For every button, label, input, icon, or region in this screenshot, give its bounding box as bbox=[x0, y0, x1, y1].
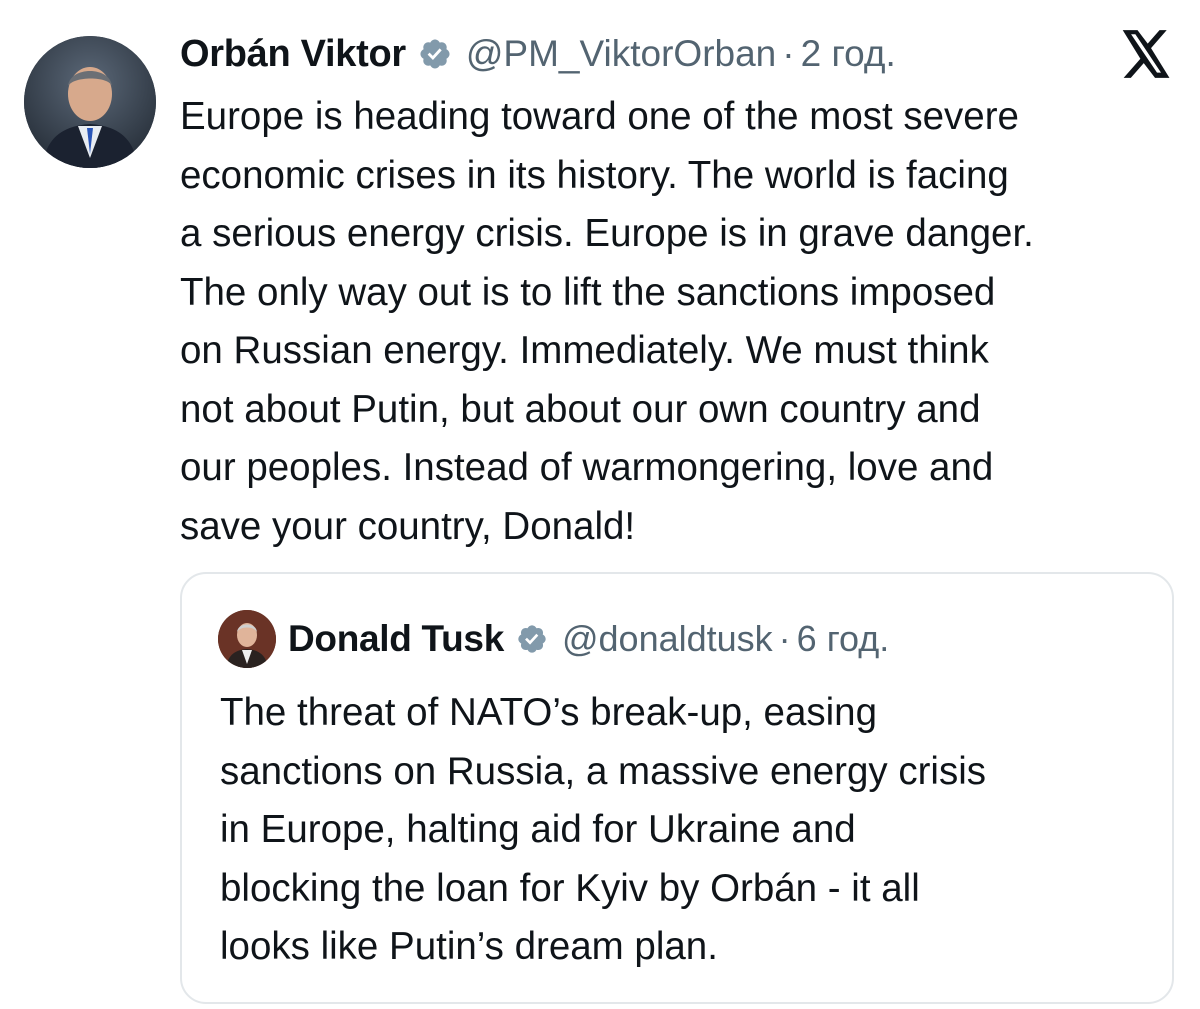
timestamp[interactable]: 2 год. bbox=[801, 33, 896, 75]
separator-dot: · bbox=[778, 618, 791, 659]
tweet-text-line: not about Putin, but about our own count… bbox=[180, 387, 981, 431]
quoted-text-line: The threat of NATO’s break-up, easing bbox=[220, 691, 877, 734]
quoted-author-handle[interactable]: @donaldtusk bbox=[562, 618, 773, 660]
quoted-tweet-card[interactable]: Donald Tusk @donaldtusk · 6 год. The thr… bbox=[180, 572, 1174, 1004]
tweet-header: Orbán Viktor @PM_ViktorOrban · 2 год. bbox=[180, 28, 896, 80]
separator-dot: · bbox=[782, 33, 795, 74]
quoted-tweet-header: Donald Tusk @donaldtusk · 6 год. bbox=[288, 612, 889, 666]
tweet-text-line: Europe is heading toward one of the most… bbox=[180, 95, 1019, 138]
tweet-text-line: our peoples. Instead of warmongering, lo… bbox=[180, 446, 994, 489]
quoted-author-avatar[interactable] bbox=[218, 610, 276, 668]
quoted-text-line: looks like Putin’s dream plan. bbox=[220, 925, 718, 968]
quoted-tweet-text: The threat of NATO’s break-up, easing sa… bbox=[220, 684, 1160, 977]
quoted-timestamp[interactable]: 6 год. bbox=[797, 618, 890, 660]
verified-badge-icon[interactable] bbox=[516, 623, 548, 655]
tweet-text-line: economic crises in its history. The worl… bbox=[180, 153, 1009, 197]
author-handle[interactable]: @PM_ViktorOrban bbox=[466, 33, 776, 75]
tweet-text-line: The only way out is to lift the sanction… bbox=[180, 270, 996, 314]
tweet-text: Europe is heading toward one of the most… bbox=[180, 88, 1180, 556]
quoted-text-line: blocking the loan for Kyiv by Orbán - it… bbox=[220, 866, 920, 910]
quoted-text-line: in Europe, halting aid for Ukraine and bbox=[220, 808, 856, 851]
x-logo-icon[interactable] bbox=[1120, 30, 1172, 78]
tweet-text-line: a serious energy crisis. Europe is in gr… bbox=[180, 212, 1034, 255]
verified-badge-icon[interactable] bbox=[418, 37, 452, 71]
author-name[interactable]: Orbán Viktor bbox=[180, 33, 406, 76]
profile-photo-image bbox=[24, 36, 156, 168]
author-avatar[interactable] bbox=[24, 36, 156, 168]
quoted-text-line: sanctions on Russia, a massive energy cr… bbox=[220, 749, 987, 793]
tweet-text-line: on Russian energy. Immediately. We must … bbox=[180, 329, 989, 372]
profile-photo-image bbox=[218, 610, 276, 668]
quoted-author-name[interactable]: Donald Tusk bbox=[288, 618, 504, 660]
tweet-text-line: save your country, Donald! bbox=[180, 504, 636, 548]
